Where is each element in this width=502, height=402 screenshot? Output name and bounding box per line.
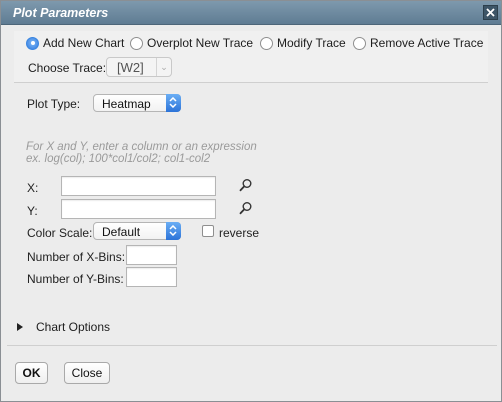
triangle-right-icon [17,323,23,331]
reverse-label: reverse [219,226,260,240]
expression-hint: For X and Y, enter a column or an expres… [26,141,257,165]
y-expression-input[interactable] [61,199,216,219]
chart-options-label: Chart Options [36,320,111,334]
search-icon[interactable] [239,178,253,192]
trace-select-value: [W2] [117,60,144,75]
footer-divider [7,345,497,346]
y-label: Y: [27,204,38,218]
select-arrows-icon [166,222,181,240]
close-icon[interactable] [483,5,498,20]
radio-button[interactable] [353,36,366,50]
radio-modify-trace[interactable]: Modify Trace [260,35,346,51]
radio-button[interactable] [130,36,143,50]
close-button[interactable]: Close [64,362,110,384]
dialog-title: Plot Parameters [13,6,109,20]
color-scale-label: Color Scale: [27,226,93,240]
radio-label: Overplot New Trace [147,36,254,50]
reverse-checkbox[interactable] [202,225,214,237]
x-expression-input[interactable] [61,176,216,196]
radio-overplot-new-trace[interactable]: Overplot New Trace [130,35,253,51]
plot-parameters-dialog: Plot Parameters Add New Chart Overplot N… [0,0,502,402]
x-label: X: [27,181,39,195]
color-scale-select[interactable]: Default [93,222,181,240]
plot-type-select[interactable]: Heatmap [93,94,181,112]
radio-button[interactable] [260,36,273,50]
radio-label: Add New Chart [43,36,125,50]
hint-line-2: ex. log(col); 100*col1/col2; col1-col2 [26,153,211,165]
radio-remove-active-trace[interactable]: Remove Active Trace [353,35,483,51]
plot-type-value: Heatmap [102,97,151,111]
ok-button[interactable]: OK [15,362,48,384]
dialog-titlebar[interactable]: Plot Parameters [1,1,501,25]
chart-options-toggle[interactable]: Chart Options [17,320,110,334]
hint-line-1: For X and Y, enter a column or an expres… [26,141,257,153]
x-bins-input[interactable] [126,245,177,265]
chevron-down-icon: ⌄ [156,58,171,76]
radio-label: Modify Trace [277,36,346,50]
y-bins-label: Number of Y-Bins: [27,272,124,286]
select-arrows-icon [166,94,181,112]
radio-button-checked[interactable] [26,36,39,50]
search-icon[interactable] [239,201,253,215]
trace-select[interactable]: [W2] ⌄ [106,57,172,77]
color-scale-value: Default [102,225,141,239]
plot-type-label: Plot Type: [27,97,81,111]
radio-add-new-chart[interactable]: Add New Chart [26,35,124,51]
radio-label: Remove Active Trace [370,36,484,50]
choose-trace-label: Choose Trace: [28,61,107,75]
x-bins-label: Number of X-Bins: [27,250,126,264]
y-bins-input[interactable] [126,267,177,287]
